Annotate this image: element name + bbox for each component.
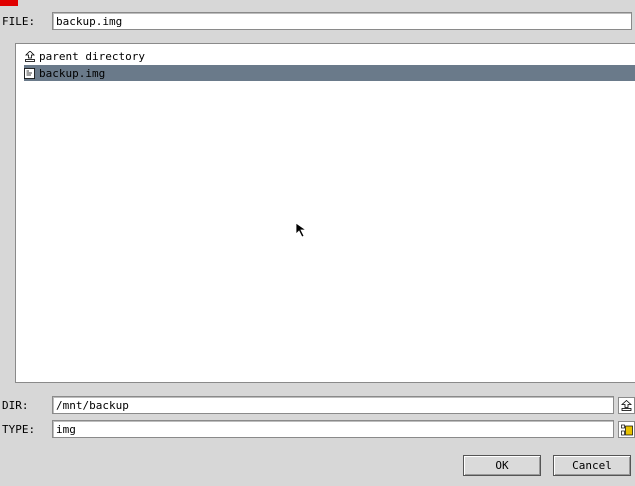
type-label: TYPE: <box>2 422 36 436</box>
title-strip <box>0 0 635 8</box>
mouse-cursor-icon <box>295 222 311 240</box>
list-item-label: backup.img <box>39 66 106 80</box>
dir-label: DIR: <box>2 398 29 412</box>
filter-icon <box>620 424 633 435</box>
list-item-label: parent directory <box>39 49 145 63</box>
file-label: FILE: <box>2 14 36 28</box>
ok-button[interactable]: OK <box>463 455 541 476</box>
list-item-backup-img[interactable]: backup.img <box>24 65 635 81</box>
file-name-input[interactable]: backup.img <box>52 12 632 30</box>
type-filter-input[interactable]: img <box>52 420 614 438</box>
file-row: FILE: backup.img <box>0 10 632 32</box>
parent-directory-icon <box>621 400 632 411</box>
dir-row: DIR: /mnt/backup <box>0 395 614 415</box>
parent-directory-icon <box>24 50 35 62</box>
type-filter-button[interactable] <box>618 421 635 438</box>
list-item-parent-directory[interactable]: parent directory <box>24 48 145 64</box>
red-indicator <box>0 0 18 6</box>
type-row: TYPE: img <box>0 419 614 439</box>
file-list[interactable]: parent directory backup.img <box>15 43 635 383</box>
parent-dir-button[interactable] <box>618 397 635 414</box>
directory-input[interactable]: /mnt/backup <box>52 396 614 414</box>
cancel-button[interactable]: Cancel <box>553 455 631 476</box>
file-icon <box>24 67 35 79</box>
